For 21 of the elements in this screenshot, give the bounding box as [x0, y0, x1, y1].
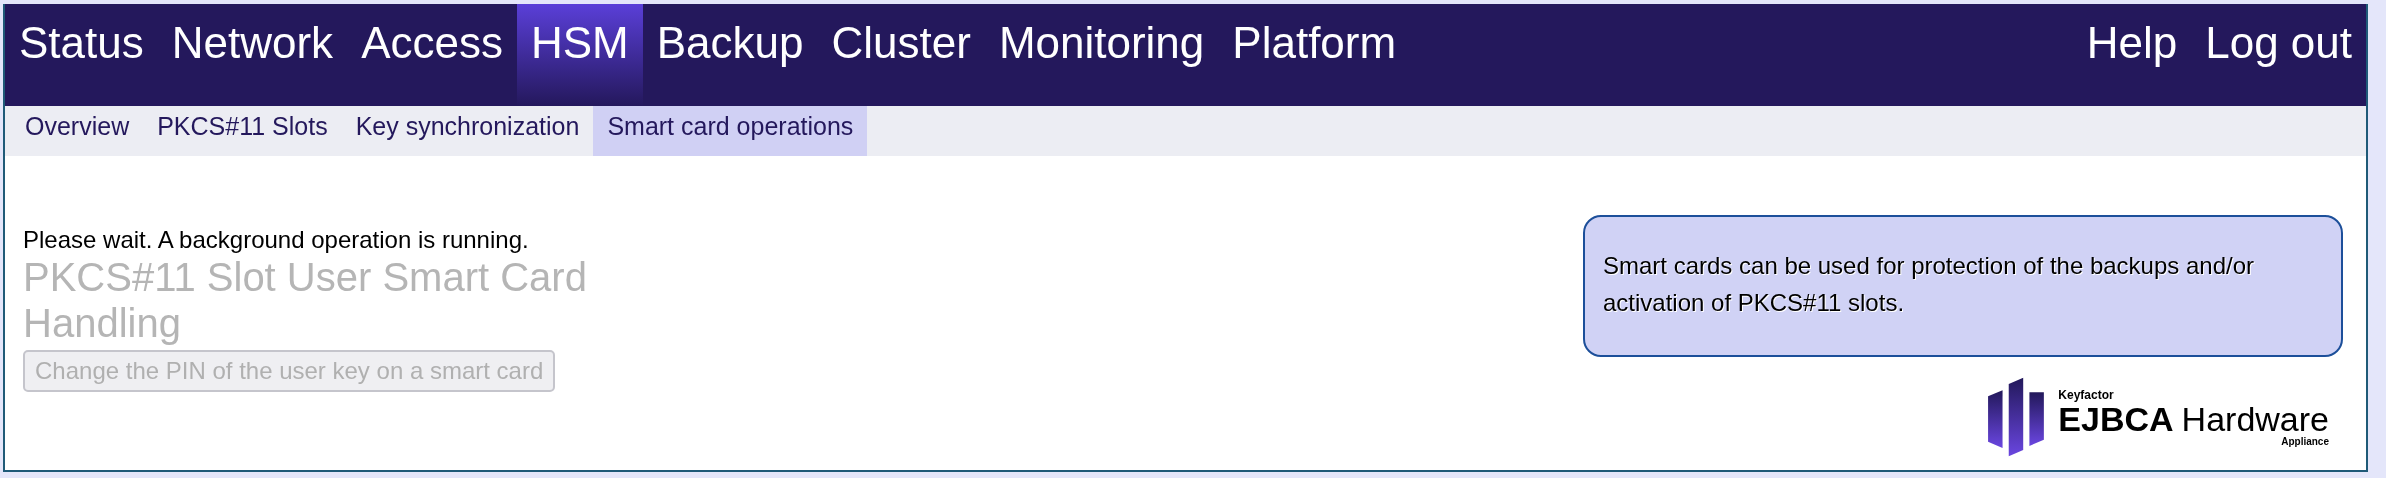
- info-box: Smart cards can be used for protection of the backups and/or activation of PKCS#11 slots.: [1583, 215, 2343, 358]
- nav-tab[interactable]: Monitoring: [984, 4, 1219, 106]
- nav-tab[interactable]: Platform: [1218, 4, 1411, 106]
- subnav-tab[interactable]: PKCS#11 Slots: [143, 106, 342, 156]
- nav-tab[interactable]: Backup: [642, 4, 818, 106]
- nav-link[interactable]: Help: [2072, 4, 2192, 106]
- logo-product-text: EJBCA: [2058, 401, 2174, 436]
- subnav-tab[interactable]: Smart card operations: [593, 106, 868, 156]
- logo-edition-text: Appliance: [2281, 435, 2329, 447]
- subnav-tab[interactable]: Key synchronization: [341, 106, 594, 156]
- subnav-tab[interactable]: Overview: [11, 106, 144, 156]
- nav-tab[interactable]: Cluster: [817, 4, 985, 106]
- status-message: Please wait. A background operation is running.: [23, 226, 530, 254]
- nav-tab[interactable]: Network: [157, 4, 348, 106]
- logo-brand-text: Keyfactor: [2058, 387, 2115, 402]
- nav-tab[interactable]: Status: [5, 4, 158, 106]
- nav-tab[interactable]: Access: [347, 4, 517, 106]
- section-heading: PKCS#11 Slot User Smart Card Handling: [23, 254, 588, 346]
- nav-link[interactable]: Log out: [2191, 4, 2366, 106]
- nav-tab[interactable]: HSM: [516, 4, 643, 106]
- logo-product-suffix: Hardware: [2181, 401, 2329, 436]
